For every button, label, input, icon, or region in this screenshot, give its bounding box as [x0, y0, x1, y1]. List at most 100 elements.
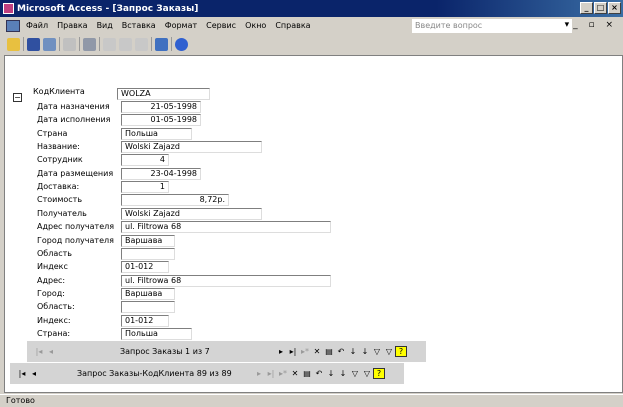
menu-bar: Файл Правка Вид Вставка Формат Сервис Ок…: [0, 17, 623, 34]
field-input[interactable]: Варшава: [121, 287, 175, 300]
maximize-button[interactable]: □: [594, 2, 607, 14]
new-record-icon[interactable]: ▸*: [277, 369, 289, 378]
access-icon: [3, 3, 14, 14]
menu-file[interactable]: Файл: [26, 21, 48, 30]
help-icon[interactable]: ?: [395, 346, 407, 357]
view-icon[interactable]: [7, 37, 20, 51]
field-input[interactable]: Польша: [121, 127, 192, 140]
first-record-icon[interactable]: |◂: [16, 369, 28, 378]
sort-desc-icon[interactable]: ↓: [359, 347, 371, 356]
status-bar: Готово: [0, 394, 623, 405]
field-label: Страна:: [37, 328, 71, 338]
office-links-icon[interactable]: [155, 37, 168, 51]
subform-record-navigator: |◂ ◂ Запрос Заказы 1 из 7 ▸ ▸| ▸* ✕ ▤ ↶ …: [27, 341, 426, 362]
new-record-icon[interactable]: ▸*: [299, 347, 311, 356]
save-record-icon[interactable]: ▤: [323, 347, 335, 356]
field-label: Область: [37, 248, 73, 258]
print-preview-icon[interactable]: [63, 37, 76, 51]
filter-icon[interactable]: ▽: [383, 347, 395, 356]
mdi-controls[interactable]: ▾_ ▫ ×: [565, 20, 617, 30]
menu-help[interactable]: Справка: [275, 21, 310, 30]
field-input[interactable]: 1: [121, 181, 169, 194]
field-input[interactable]: 8,72р.: [121, 194, 229, 207]
save-icon[interactable]: [27, 37, 40, 51]
field-input[interactable]: ul. Filtrowa 68: [121, 274, 331, 287]
delete-record-icon[interactable]: ✕: [311, 347, 323, 356]
sort-desc-icon[interactable]: ↓: [337, 369, 349, 378]
field-label: Город:: [37, 288, 65, 298]
record-counter: Запрос Заказы 1 из 7: [120, 347, 210, 356]
separator: [171, 37, 172, 51]
help-search-input[interactable]: Введите вопрос: [412, 19, 572, 33]
customer-id-label: КодКлиента: [33, 87, 85, 96]
document-icon[interactable]: [6, 19, 20, 32]
last-record-icon[interactable]: ▸|: [287, 347, 299, 356]
menu-view[interactable]: Вид: [97, 21, 113, 30]
menu-insert[interactable]: Вставка: [122, 21, 156, 30]
field-label: Страна: [37, 128, 68, 138]
menu-format[interactable]: Формат: [165, 21, 197, 30]
field-label: Сотрудник: [37, 155, 83, 165]
field-label: Дата размещения: [37, 168, 114, 178]
main-record-navigator: |◂ ◂ Запрос Заказы-КодКлиента 89 из 89 ▸…: [10, 363, 404, 384]
filter-icon[interactable]: ▽: [361, 369, 373, 378]
customer-id-field[interactable]: WOLZA: [117, 88, 210, 100]
field-input[interactable]: Варшава: [121, 234, 175, 247]
last-record-icon[interactable]: ▸|: [265, 369, 277, 378]
separator: [59, 37, 60, 51]
field-label: Получатель: [37, 208, 87, 218]
prev-record-icon[interactable]: ◂: [45, 347, 57, 356]
record-counter: Запрос Заказы-КодКлиента 89 из 89: [77, 369, 232, 378]
menu-tools[interactable]: Сервис: [206, 21, 236, 30]
sort-asc-icon[interactable]: ↓: [347, 347, 359, 356]
paste-icon[interactable]: [135, 37, 148, 51]
field-input[interactable]: Wolski Zajazd: [121, 141, 262, 154]
field-input[interactable]: Польша: [121, 327, 192, 340]
window-title: Microsoft Access - [Запрос Заказы]: [17, 3, 199, 14]
cut-icon[interactable]: [103, 37, 116, 51]
print-icon[interactable]: [83, 37, 96, 51]
field-label: Стоимость: [37, 195, 83, 205]
copy-icon[interactable]: [119, 37, 132, 51]
field-label: Адрес получателя: [37, 222, 115, 232]
separator: [79, 37, 80, 51]
help-icon[interactable]: ?: [373, 368, 385, 379]
field-input[interactable]: 01-012: [121, 314, 169, 327]
delete-record-icon[interactable]: ✕: [289, 369, 301, 378]
first-record-icon[interactable]: |◂: [33, 347, 45, 356]
close-button[interactable]: ×: [608, 2, 621, 14]
minimize-button[interactable]: _: [580, 2, 593, 14]
field-input[interactable]: 21-05-1998: [121, 101, 201, 113]
field-input[interactable]: [121, 247, 175, 260]
next-record-icon[interactable]: ▸: [253, 369, 265, 378]
menu-window[interactable]: Окно: [245, 21, 266, 30]
sort-asc-icon[interactable]: ↓: [325, 369, 337, 378]
next-record-icon[interactable]: ▸: [275, 347, 287, 356]
filter-selection-icon[interactable]: ▽: [371, 347, 383, 356]
filter-selection-icon[interactable]: ▽: [349, 369, 361, 378]
save-record-icon[interactable]: ▤: [301, 369, 313, 378]
field-input[interactable]: 23-04-1998: [121, 167, 201, 180]
separator: [99, 37, 100, 51]
field-input[interactable]: 01-012: [121, 261, 169, 274]
separator: [23, 37, 24, 51]
collapse-icon[interactable]: −: [13, 93, 22, 102]
field-input[interactable]: ul. Filtrowa 68: [121, 221, 331, 234]
field-input[interactable]: 01-05-1998: [121, 114, 201, 127]
field-label: Город получателя: [37, 235, 114, 245]
field-label: Дата назначения: [37, 102, 110, 111]
field-input[interactable]: [121, 301, 175, 314]
field-input[interactable]: Wolski Zajazd: [121, 207, 262, 220]
undo-icon[interactable]: ↶: [335, 347, 347, 356]
field-label: Индекс: [37, 262, 68, 272]
separator: [151, 37, 152, 51]
help-icon[interactable]: [175, 37, 188, 51]
field-input[interactable]: 4: [121, 154, 169, 167]
undo-icon[interactable]: ↶: [313, 369, 325, 378]
menu-edit[interactable]: Правка: [57, 21, 87, 30]
toolbar: [3, 35, 188, 53]
search-icon[interactable]: [43, 37, 56, 51]
field-label: Индекс:: [37, 315, 71, 325]
prev-record-icon[interactable]: ◂: [28, 369, 40, 378]
field-label: Область:: [37, 302, 75, 312]
